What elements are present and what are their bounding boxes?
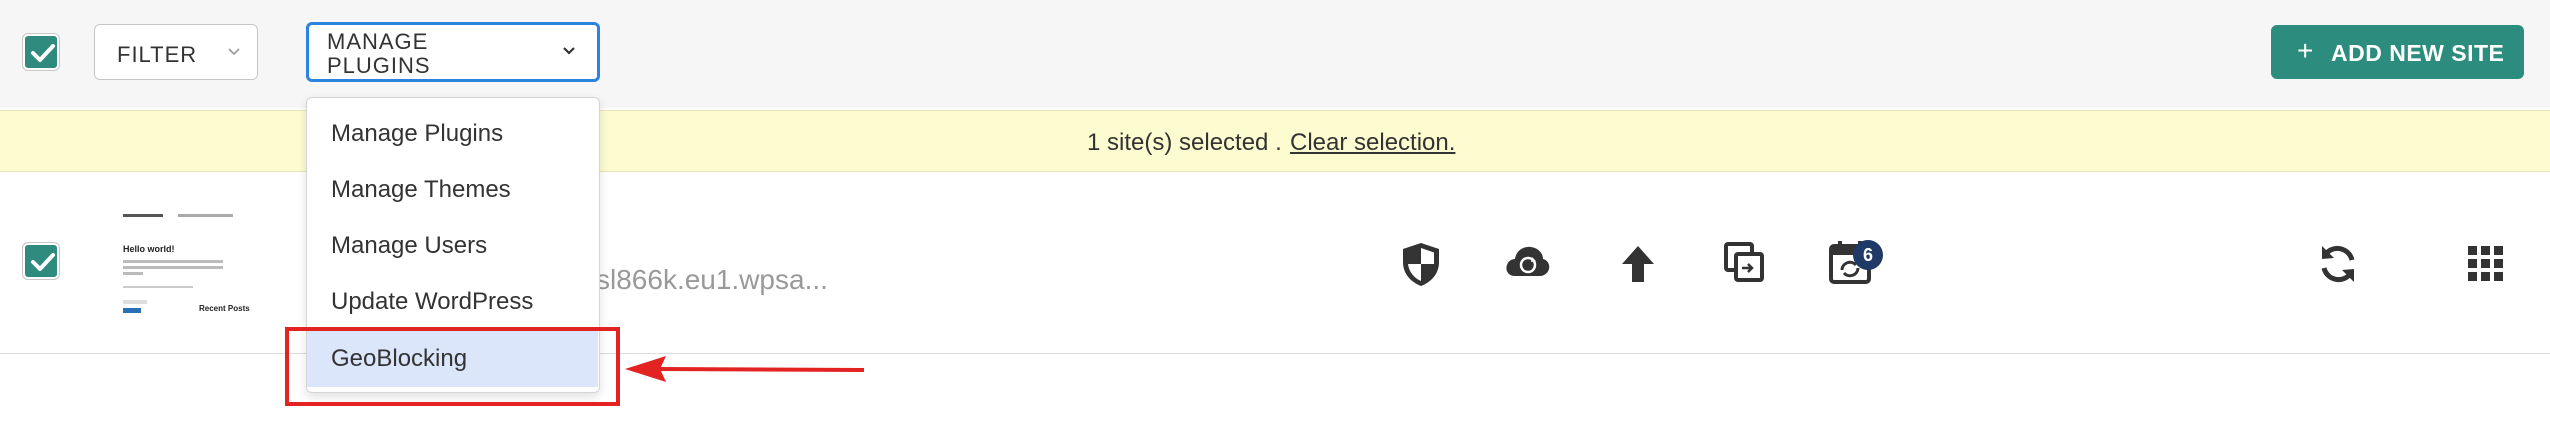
thumbnail-line: [123, 272, 143, 275]
clear-selection-link[interactable]: Clear selection.: [1290, 129, 1455, 157]
menu-item-manage-users[interactable]: Manage Users: [307, 218, 598, 274]
thumbnail-heading: Hello world!: [123, 244, 175, 254]
thumbnail-sidebar-title: Recent Posts: [199, 304, 250, 313]
filter-dropdown[interactable]: FILTER: [94, 24, 258, 80]
grid-menu-icon[interactable]: [2462, 240, 2510, 288]
thumbnail-line: [123, 286, 193, 288]
select-all-checkbox[interactable]: [23, 34, 59, 70]
shield-icon[interactable]: [1397, 240, 1445, 288]
page: FILTER MANAGE PLUGINS + ADD NEW SITE 1 s…: [0, 0, 2550, 426]
toolbar: FILTER MANAGE PLUGINS + ADD NEW SITE: [0, 0, 2550, 108]
thumbnail-line: [178, 214, 233, 217]
selection-count-text: 1 site(s) selected .: [1087, 129, 1282, 156]
chevron-down-icon: [228, 48, 240, 56]
cloud-sync-icon[interactable]: [1503, 238, 1551, 286]
add-new-site-label: ADD NEW SITE: [2331, 40, 2505, 66]
menu-item-manage-themes[interactable]: Manage Themes: [307, 162, 598, 218]
thumbnail-line: [123, 300, 147, 304]
bulk-action-select[interactable]: MANAGE PLUGINS: [306, 22, 600, 82]
upload-arrow-icon[interactable]: [1614, 240, 1662, 288]
filter-label: FILTER: [117, 42, 198, 67]
checkmark-icon: [31, 44, 55, 62]
site-url[interactable]: sl866k.eu1.wpsa...: [596, 264, 828, 296]
site-thumbnail[interactable]: Hello world! Recent Posts: [118, 204, 258, 324]
menu-item-manage-plugins[interactable]: Manage Plugins: [307, 106, 598, 162]
thumbnail-line: [123, 260, 223, 263]
plus-icon: +: [2297, 35, 2314, 66]
thumbnail-line: [123, 214, 163, 217]
add-new-site-button[interactable]: + ADD NEW SITE: [2271, 25, 2524, 79]
menu-item-update-wordpress[interactable]: Update WordPress: [307, 274, 598, 330]
site-row-checkbox[interactable]: [23, 243, 59, 279]
annotation-highlight-box: [285, 327, 620, 406]
updates-count-badge: 6: [1853, 240, 1883, 270]
refresh-icon[interactable]: [2314, 240, 2362, 288]
clone-icon[interactable]: [1720, 238, 1768, 286]
thumbnail-button: [123, 308, 141, 313]
chevron-down-icon: [563, 47, 575, 55]
checkmark-icon: [31, 253, 55, 271]
thumbnail-line: [123, 266, 223, 269]
bulk-action-label: MANAGE PLUGINS: [327, 29, 431, 78]
annotation-arrow-icon: [625, 356, 865, 382]
